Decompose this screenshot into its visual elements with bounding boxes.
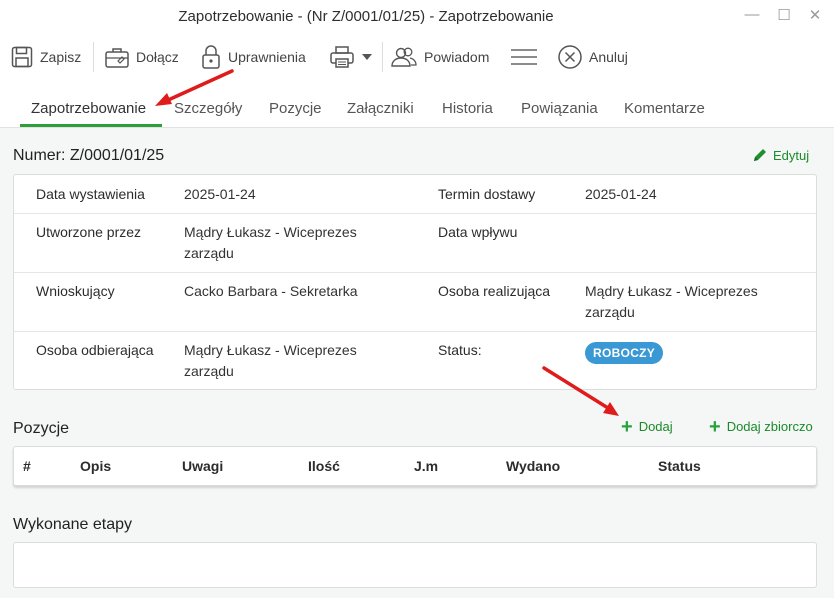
executor-value-line2: zarządu (585, 304, 635, 320)
tab-szczegoly[interactable]: Szczegóły (174, 100, 242, 117)
save-button[interactable]: Zapisz (10, 42, 81, 72)
print-button[interactable] (328, 42, 372, 72)
floppy-disk-icon (11, 46, 33, 68)
plus-icon: + (621, 415, 633, 438)
details-row: Data wystawienia 2025-01-24 Termin dosta… (14, 175, 816, 214)
tab-zapotrzebowanie[interactable]: Zapotrzebowanie (31, 100, 146, 117)
users-icon (391, 47, 417, 67)
toolbar-divider (382, 42, 383, 72)
issue-date-value: 2025-01-24 (184, 186, 256, 202)
tab-zalaczniki[interactable]: Załączniki (347, 100, 414, 117)
status-badge: ROBOCZY (585, 342, 664, 364)
attach-button[interactable]: Dołącz (104, 42, 179, 72)
tab-bar: Zapotrzebowanie Szczegóły Pozycje Załącz… (0, 80, 834, 128)
created-by-value-line2: zarządu (184, 245, 234, 261)
briefcase-icon (105, 48, 129, 68)
details-row: Wnioskujący Cacko Barbara - Sekretarka O… (14, 273, 816, 332)
created-by-value-line1: Mądry Łukasz - Wiceprezes (184, 224, 357, 240)
column-header-quantity[interactable]: Ilość (308, 458, 340, 474)
issue-date-label: Data wystawienia (36, 186, 145, 202)
tab-pozycje[interactable]: Pozycje (269, 100, 322, 117)
positions-table-header: # Opis Uwagi Ilość J.m Wydano Status (13, 446, 817, 486)
executor-label: Osoba realizująca (438, 283, 551, 299)
status-label: Status: (438, 342, 482, 358)
close-icon[interactable]: ✕ (805, 6, 825, 24)
printer-icon (330, 46, 354, 68)
completed-stages-title: Wykonane etapy (13, 516, 133, 533)
column-header-issued[interactable]: Wydano (506, 458, 560, 474)
column-header-index[interactable]: # (23, 458, 31, 474)
menu-button[interactable] (510, 42, 538, 72)
delivery-date-value: 2025-01-24 (585, 186, 657, 202)
requester-value: Cacko Barbara - Sekretarka (184, 283, 358, 299)
window-title: Zapotrzebowanie - (Nr Z/0001/01/25) - Za… (178, 8, 554, 25)
receiver-value-line1: Mądry Łukasz - Wiceprezes (184, 342, 357, 358)
column-header-notes[interactable]: Uwagi (182, 458, 223, 474)
completed-stages-panel (13, 542, 817, 588)
add-bulk-button[interactable]: + Dodaj zbiorczo (709, 415, 813, 438)
pencil-icon (754, 149, 766, 161)
notify-label: Powiadom (424, 49, 490, 65)
tab-komentarze[interactable]: Komentarze (624, 100, 705, 117)
tab-powiazania[interactable]: Powiązania (521, 100, 598, 117)
permissions-button[interactable]: Uprawnienia (200, 42, 306, 72)
requester-label: Wnioskujący (36, 283, 115, 299)
cancel-button[interactable]: Anuluj (557, 42, 628, 72)
attach-label: Dołącz (136, 49, 179, 65)
add-bulk-label: Dodaj zbiorczo (726, 419, 813, 434)
edit-label: Edytuj (773, 147, 810, 163)
dropdown-caret-icon[interactable] (362, 53, 372, 61)
document-number: Numer: Z/0001/01/25 (13, 147, 165, 164)
column-header-unit[interactable]: J.m (414, 458, 438, 474)
maximize-icon[interactable]: ☐ (774, 6, 794, 24)
lock-icon (202, 45, 220, 69)
receipt-date-label: Data wpływu (438, 224, 518, 240)
add-position-label: Dodaj (638, 419, 673, 434)
toolbar-divider (93, 42, 94, 72)
details-card: Data wystawienia 2025-01-24 Termin dosta… (13, 174, 817, 390)
cancel-label: Anuluj (589, 49, 628, 65)
minimize-icon[interactable]: — (742, 6, 762, 23)
toolbar: Zapisz Dołącz Uprawnienia Powiadom Anulu… (0, 34, 834, 80)
edit-button[interactable]: Edytuj (752, 147, 809, 163)
cancel-circle-x-icon (558, 45, 582, 69)
receiver-label: Osoba odbierająca (36, 342, 154, 358)
delivery-date-label: Termin dostawy (438, 186, 536, 202)
plus-icon: + (709, 415, 721, 438)
hamburger-menu-icon (511, 49, 537, 65)
title-bar: Zapotrzebowanie - (Nr Z/0001/01/25) - Za… (0, 0, 834, 34)
add-position-button[interactable]: + Dodaj (621, 415, 673, 438)
created-by-label: Utworzone przez (36, 224, 142, 240)
permissions-label: Uprawnienia (228, 49, 306, 65)
column-header-description[interactable]: Opis (80, 458, 111, 474)
active-tab-indicator (20, 124, 162, 127)
details-row: Osoba odbierająca Mądry Łukasz - Wicepre… (14, 332, 816, 390)
column-header-status[interactable]: Status (658, 458, 701, 474)
details-row: Utworzone przez Mądry Łukasz - Wicepreze… (14, 214, 816, 273)
notify-button[interactable]: Powiadom (390, 42, 489, 72)
tab-historia[interactable]: Historia (442, 100, 493, 117)
save-label: Zapisz (40, 49, 82, 65)
positions-section-title: Pozycje (13, 420, 70, 437)
executor-value-line1: Mądry Łukasz - Wiceprezes (585, 283, 758, 299)
receiver-value-line2: zarządu (184, 363, 234, 379)
